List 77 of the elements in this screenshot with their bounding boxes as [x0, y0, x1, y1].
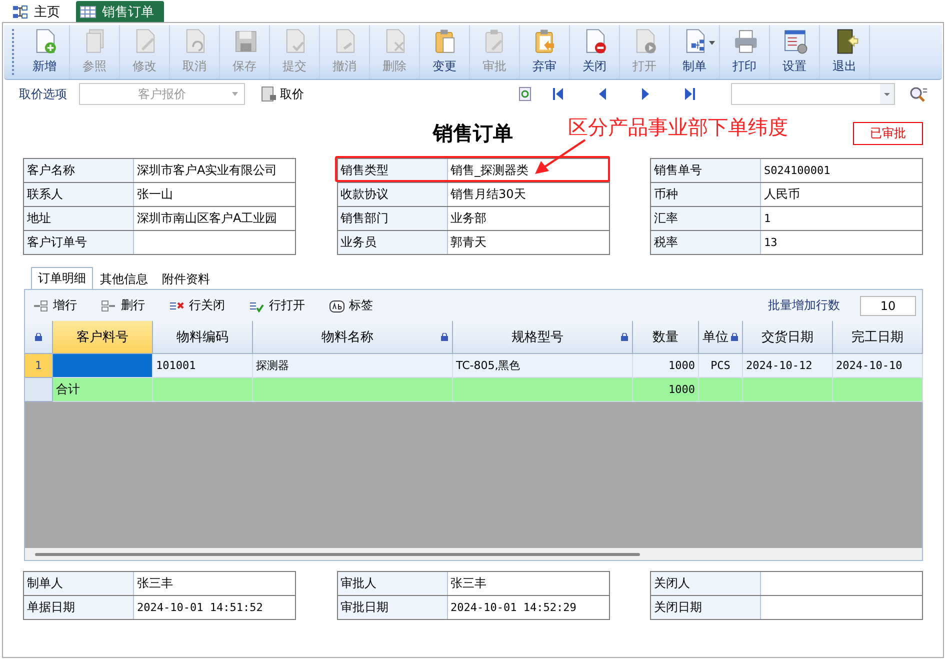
dropdown-icon[interactable]	[880, 84, 894, 104]
table-cell: PCS	[699, 354, 743, 378]
column-header[interactable]: 完工日期	[833, 321, 923, 354]
first-page-icon[interactable]	[553, 88, 563, 100]
get-price-button[interactable]: 取价	[261, 86, 304, 102]
table-cell: 1000	[633, 354, 699, 378]
grid-toolbar-button[interactable]: 行打开	[247, 297, 307, 314]
table-icon	[80, 6, 96, 18]
lock-icon	[441, 333, 448, 341]
lock-icon	[621, 333, 628, 341]
detail-tab[interactable]: 订单明细	[31, 267, 93, 289]
insert-row-icon	[33, 298, 49, 312]
field-label: 审批日期	[338, 596, 448, 619]
column-header[interactable]: 规格型号	[453, 321, 633, 354]
lock-icon	[731, 333, 738, 341]
last-page-icon[interactable]	[685, 88, 695, 100]
field-label: 单据日期	[24, 596, 134, 619]
batch-rows-input[interactable]: 10	[860, 296, 916, 316]
field-label: 客户名称	[24, 159, 134, 182]
column-header[interactable]: 单位	[699, 321, 743, 354]
field-label: 关闭日期	[651, 596, 761, 619]
row-number[interactable]: 1	[25, 354, 53, 378]
field-label: 币种	[651, 183, 761, 206]
search-icon	[909, 86, 927, 102]
column-header[interactable]: 物料名称	[253, 321, 453, 354]
delete-row-icon	[101, 298, 117, 312]
column-header[interactable]: 物料编码	[153, 321, 253, 354]
status-stamp: 已审批	[853, 122, 923, 145]
grid-toolbar-button[interactable]: 增行	[31, 297, 79, 314]
field-label: 汇率	[651, 207, 761, 230]
field-label: 销售类型	[338, 159, 448, 182]
toolbar-button[interactable]: 制单	[670, 25, 720, 79]
toolbar-button[interactable]: 变更	[420, 25, 470, 79]
sitemap-icon	[12, 4, 28, 18]
grid-toolbar-button[interactable]: 行关闭	[167, 297, 227, 314]
document-title: 销售订单	[433, 120, 513, 146]
toolbar-button[interactable]: 退出	[820, 25, 870, 79]
field-label: 销售部门	[338, 207, 448, 230]
annotation-arrow	[533, 138, 587, 176]
search-field[interactable]	[731, 83, 895, 105]
toolbar-button[interactable]: 设置	[770, 25, 820, 79]
field-label: 业务员	[338, 231, 448, 254]
price-option-label: 取价选项	[19, 86, 67, 102]
lock-icon	[35, 333, 42, 341]
toolbar-button[interactable]: 关闭	[570, 25, 620, 79]
field-label: 销售单号	[651, 159, 761, 182]
table-cell: 2024-10-12	[743, 354, 833, 378]
field-label: 联系人	[24, 183, 134, 206]
field-label: 关闭人	[651, 572, 761, 595]
refresh-icon	[519, 87, 531, 101]
grid-toolbar-button[interactable]: 标签	[327, 297, 375, 314]
field-label: 审批人	[338, 572, 448, 595]
annotation-text: 区分产品事业部下单纬度	[568, 114, 788, 141]
column-header[interactable]: 交货日期	[743, 321, 833, 354]
field-label: 客户订单号	[24, 231, 134, 254]
previous-icon[interactable]	[599, 88, 606, 100]
column-header[interactable]: 客户料号	[53, 321, 153, 354]
table-cell: 101001	[153, 354, 253, 378]
table-cell: TC-805,黑色	[453, 354, 633, 378]
toolbar-button[interactable]: 弃审	[520, 25, 570, 79]
column-header[interactable]: 数量	[633, 321, 699, 354]
field-label: 税率	[651, 231, 761, 254]
grid-toolbar-button[interactable]: 删行	[99, 297, 147, 314]
page-tab[interactable]: 主页	[8, 1, 70, 22]
next-icon[interactable]	[642, 88, 649, 100]
toolbar-button[interactable]: 新增	[20, 25, 70, 79]
field-label: 制单人	[24, 572, 134, 595]
field-label: 收款协议	[338, 183, 448, 206]
label-icon	[329, 298, 345, 312]
field-label: 地址	[24, 207, 134, 230]
batch-rows-label: 批量增加行数	[768, 297, 840, 314]
table-cell: 探测器	[253, 354, 453, 378]
table-cell: 2024-10-10	[833, 354, 923, 378]
page-tab[interactable]: 销售订单	[76, 1, 164, 22]
horizontal-scrollbar[interactable]	[25, 548, 922, 560]
caret-icon	[232, 92, 238, 96]
toolbar-button[interactable]: 打印	[720, 25, 770, 79]
